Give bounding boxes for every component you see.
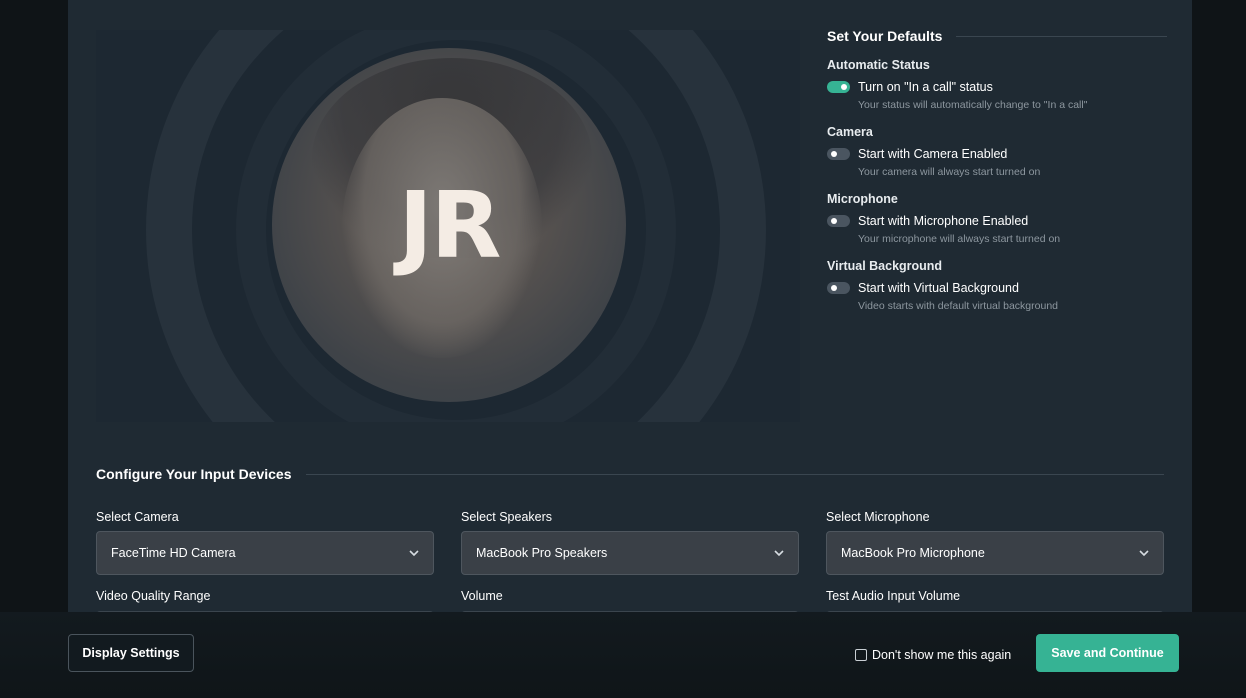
- chevron-down-icon: [409, 550, 419, 557]
- save-and-continue-button[interactable]: Save and Continue: [1036, 634, 1179, 672]
- select-microphone-label: Select Microphone: [826, 510, 930, 524]
- camera-enabled-toggle[interactable]: [827, 148, 850, 160]
- toggle-label: Start with Virtual Background: [858, 281, 1019, 295]
- left-gutter: [0, 0, 68, 698]
- microphone-select[interactable]: MacBook Pro Microphone: [826, 531, 1164, 575]
- dont-show-checkbox[interactable]: [855, 649, 867, 661]
- virtual-background-toggle[interactable]: [827, 282, 850, 294]
- dont-show-label: Don't show me this again: [872, 648, 1012, 662]
- chevron-down-icon: [774, 550, 784, 557]
- defaults-title-rule: [956, 35, 1167, 37]
- toggle-label: Start with Camera Enabled: [858, 147, 1008, 161]
- toggle-row-virtual-background[interactable]: Start with Virtual Background: [827, 281, 1167, 295]
- toggle-row-camera[interactable]: Start with Camera Enabled: [827, 147, 1167, 161]
- group-label: Microphone: [827, 192, 898, 206]
- avatar: JR: [272, 48, 626, 402]
- toggle-help: Your microphone will always start turned…: [858, 233, 1061, 245]
- defaults-section: Set Your Defaults Automatic Status Turn …: [827, 28, 1167, 312]
- volume-label: Volume: [461, 589, 503, 603]
- microphone-column: Select Microphone MacBook Pro Microphone…: [826, 510, 1164, 612]
- configure-title-rule: [305, 473, 1164, 475]
- defaults-title: Set Your Defaults: [827, 28, 1167, 44]
- toggle-knob: [831, 285, 837, 291]
- group-microphone: Microphone Start with Microphone Enabled…: [827, 192, 1167, 245]
- video-preview: JR: [96, 30, 800, 422]
- toggle-knob: [841, 84, 847, 90]
- group-label: Automatic Status: [827, 58, 930, 72]
- toggle-label: Start with Microphone Enabled: [858, 214, 1029, 228]
- toggle-knob: [831, 151, 837, 157]
- toggle-help: Your camera will always start turned on: [858, 166, 1041, 178]
- group-automatic-status: Automatic Status Turn on "In a call" sta…: [827, 58, 1167, 111]
- chevron-down-icon: [1139, 550, 1149, 557]
- microphone-enabled-toggle[interactable]: [827, 215, 850, 227]
- settings-panel: JR Set Your Defaults Automatic Status Tu…: [68, 0, 1192, 612]
- microphone-select-value: MacBook Pro Microphone: [841, 546, 985, 560]
- toggle-knob: [831, 218, 837, 224]
- speakers-column: Select Speakers MacBook Pro Speakers Vol…: [461, 510, 799, 612]
- toggle-label: Turn on "In a call" status: [858, 80, 993, 94]
- display-settings-button[interactable]: Display Settings: [68, 634, 194, 672]
- test-audio-label: Test Audio Input Volume: [826, 589, 961, 603]
- toggle-row-in-call-status[interactable]: Turn on "In a call" status: [827, 80, 1167, 94]
- configure-title: Configure Your Input Devices: [96, 466, 1164, 482]
- dont-show-again[interactable]: Don't show me this again: [855, 648, 1011, 662]
- select-speakers-label: Select Speakers: [461, 510, 553, 524]
- configure-section: Configure Your Input Devices: [96, 466, 1164, 482]
- camera-select-value: FaceTime HD Camera: [111, 546, 236, 560]
- video-quality-label: Video Quality Range: [96, 589, 211, 603]
- group-virtual-background: Virtual Background Start with Virtual Ba…: [827, 259, 1167, 312]
- group-camera: Camera Start with Camera Enabled Your ca…: [827, 125, 1167, 178]
- camera-column: Select Camera FaceTime HD Camera Video Q…: [96, 510, 434, 612]
- toggle-row-microphone[interactable]: Start with Microphone Enabled: [827, 214, 1167, 228]
- group-label: Virtual Background: [827, 259, 943, 273]
- speakers-select[interactable]: MacBook Pro Speakers: [461, 531, 799, 575]
- camera-select[interactable]: FaceTime HD Camera: [96, 531, 434, 575]
- settings-page: JR Set Your Defaults Automatic Status Tu…: [0, 0, 1246, 698]
- in-call-status-toggle[interactable]: [827, 81, 850, 93]
- select-camera-label: Select Camera: [96, 510, 179, 524]
- speakers-select-value: MacBook Pro Speakers: [476, 546, 608, 560]
- configure-title-text: Configure Your Input Devices: [96, 466, 292, 482]
- group-label: Camera: [827, 125, 873, 139]
- defaults-title-text: Set Your Defaults: [827, 28, 943, 44]
- toggle-help: Video starts with default virtual backgr…: [858, 300, 1059, 312]
- avatar-initials: JR: [398, 171, 501, 279]
- device-columns: Select Camera FaceTime HD Camera Video Q…: [96, 510, 1164, 612]
- toggle-help: Your status will automatically change to…: [858, 99, 1088, 111]
- right-gutter: [1192, 0, 1246, 698]
